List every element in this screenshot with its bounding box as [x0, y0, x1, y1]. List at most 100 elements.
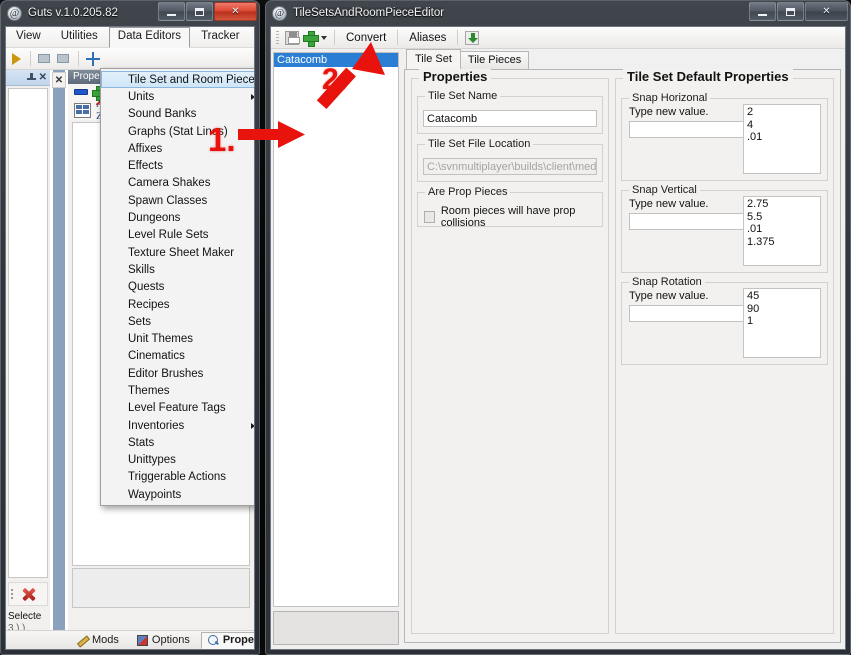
editor-toolbar[interactable]: Convert Aliases [271, 27, 845, 49]
tile-set-file-location-input[interactable]: C:\svnmultiplayer\builds\client\media\le… [423, 158, 597, 175]
tab-tile-set[interactable]: Tile Set [406, 49, 461, 69]
close-icon[interactable]: ✕ [39, 73, 47, 83]
red-delete-icon[interactable] [22, 588, 35, 601]
tab-mods[interactable]: Mods [70, 632, 128, 649]
menu-item-inventories[interactable]: Inventories [101, 417, 254, 434]
left-toolbar[interactable] [6, 48, 254, 70]
snap-vertical-values[interactable]: 2.75 5.5 .01 1.375 [743, 196, 821, 266]
value-row[interactable]: 1.375 [747, 236, 817, 249]
menu-item-quests[interactable]: Quests [101, 279, 254, 296]
move-tool-icon[interactable] [85, 51, 101, 67]
snap-rotation-input[interactable] [629, 305, 757, 322]
redo-arrow-icon[interactable] [56, 51, 72, 67]
blue-bar-icon[interactable] [74, 89, 88, 95]
value-row[interactable]: 45 [747, 290, 817, 303]
toolbar-grip[interactable] [276, 30, 279, 45]
dock-content[interactable] [8, 88, 48, 578]
download-icon[interactable] [465, 30, 480, 45]
value-row[interactable]: 90 [747, 303, 817, 316]
menu-item-sets[interactable]: Sets [101, 313, 254, 330]
tab-properties[interactable]: Properties [200, 631, 254, 649]
value-row[interactable]: .01 [747, 223, 817, 236]
value-row[interactable]: 2 [747, 106, 817, 119]
menu-view[interactable]: View [7, 27, 50, 47]
tileset-list[interactable]: Catacomb [273, 52, 399, 607]
snap-vertical-input[interactable] [629, 213, 757, 230]
right-window-client: Convert Aliases Catacomb Tile Set Tile P… [270, 26, 846, 650]
menu-tracker[interactable]: Tracker [192, 27, 249, 47]
left-statusbar[interactable]: Mods Options Properties [6, 630, 254, 649]
value-row[interactable]: 4 [747, 119, 817, 132]
maximize-button[interactable] [777, 2, 804, 21]
left-window-title: Guts v.1.0.205.82 [28, 7, 118, 19]
chevron-down-icon[interactable] [321, 35, 327, 40]
dock-footer-grip[interactable] [11, 589, 13, 601]
guts-main-window[interactable]: Guts v.1.0.205.82 ✕ View Utilities Data … [0, 0, 260, 655]
menu-item-tile-set-and-room-pieces[interactable]: Tile Set and Room Pieces [101, 71, 254, 89]
menu-item-unittypes[interactable]: Unittypes [101, 452, 254, 469]
menu-item-label: Camera Shakes [128, 177, 211, 190]
snap-horizonal-input[interactable] [629, 121, 757, 138]
menu-item-dungeons[interactable]: Dungeons [101, 209, 254, 226]
menu-item-editor-brushes[interactable]: Editor Brushes [101, 365, 254, 382]
menu-item-units[interactable]: Units [101, 88, 254, 105]
menu-item-triggerable-actions[interactable]: Triggerable Actions [101, 469, 254, 486]
maximize-button[interactable] [186, 2, 213, 21]
menu-item-themes[interactable]: Themes [101, 382, 254, 399]
menu-item-label: Unit Themes [128, 333, 193, 346]
close-button[interactable]: ✕ [214, 2, 257, 21]
menu-item-label: Recipes [128, 298, 170, 311]
right-window-controls[interactable]: ✕ [749, 2, 848, 21]
property-grid-icon[interactable] [74, 102, 91, 118]
prop-collisions-row[interactable]: Room pieces will have prop collisions [424, 205, 602, 229]
prop-collisions-checkbox[interactable] [424, 211, 435, 223]
snap-rotation-values[interactable]: 45 90 1 [743, 288, 821, 358]
menu-item-label: Texture Sheet Maker [128, 246, 235, 259]
vertical-splitter[interactable] [50, 70, 68, 630]
dock-footer[interactable] [8, 582, 48, 606]
left-window-controls[interactable]: ✕ [158, 2, 257, 21]
menu-item-skills[interactable]: Skills [101, 261, 254, 278]
menu-item-unit-themes[interactable]: Unit Themes [101, 330, 254, 347]
minimize-button[interactable] [158, 2, 185, 21]
tile-set-name-group: Tile Set Name Catacomb [417, 90, 603, 134]
menu-item-effects[interactable]: Effects [101, 157, 254, 174]
menu-item-stats[interactable]: Stats [101, 434, 254, 451]
close-button[interactable]: ✕ [805, 2, 848, 21]
tab-options[interactable]: Options [130, 632, 199, 649]
snap-horizonal-values[interactable]: 2 4 .01 [743, 104, 821, 174]
value-row[interactable]: .01 [747, 131, 817, 144]
menu-item-label: Spawn Classes [128, 194, 208, 207]
menu-utilities[interactable]: Utilities [52, 27, 107, 47]
dock-header[interactable]: ✕ [6, 70, 50, 86]
play-icon[interactable] [12, 52, 21, 65]
menu-item-cinematics[interactable]: Cinematics [101, 348, 254, 365]
save-icon[interactable] [285, 30, 300, 45]
green-plus-icon[interactable] [303, 30, 319, 47]
menu-item-spawn-classes[interactable]: Spawn Classes [101, 192, 254, 209]
tile-set-name-input[interactable]: Catacomb [423, 110, 597, 127]
menu-item-waypoints[interactable]: Waypoints [101, 486, 254, 503]
menu-item-camera-shakes[interactable]: Camera Shakes [101, 175, 254, 192]
value-row[interactable]: 1 [747, 315, 817, 328]
value-row[interactable]: 5.5 [747, 211, 817, 224]
undo-arrow-icon[interactable] [37, 51, 53, 67]
menubar[interactable]: View Utilities Data Editors Tracker [6, 27, 254, 48]
menu-item-texture-sheet-maker[interactable]: Texture Sheet Maker [101, 244, 254, 261]
value-row[interactable]: 2.75 [747, 198, 817, 211]
tileset-editor-window[interactable]: TileSetsAndRoomPieceEditor ✕ Convert Ali… [265, 0, 851, 655]
tabstrip[interactable]: Tile Set Tile Pieces [404, 49, 841, 69]
tab-tile-pieces[interactable]: Tile Pieces [459, 51, 530, 69]
aliases-button[interactable]: Aliases [405, 31, 450, 45]
menu-item-label: Cinematics [128, 350, 185, 363]
convert-button[interactable]: Convert [342, 31, 390, 45]
left-dock-panel: ✕ Selecte 3. ). ) . [6, 70, 50, 634]
splitter-close-icon[interactable]: ✕ [52, 72, 66, 88]
pin-icon[interactable] [26, 73, 36, 82]
menu-item-level-rule-sets[interactable]: Level Rule Sets [101, 227, 254, 244]
minimize-button[interactable] [749, 2, 776, 21]
toolbar-separator [30, 51, 31, 66]
menu-item-level-feature-tags[interactable]: Level Feature Tags [101, 400, 254, 417]
menu-data-editors[interactable]: Data Editors [108, 27, 191, 48]
menu-item-recipes[interactable]: Recipes [101, 296, 254, 313]
